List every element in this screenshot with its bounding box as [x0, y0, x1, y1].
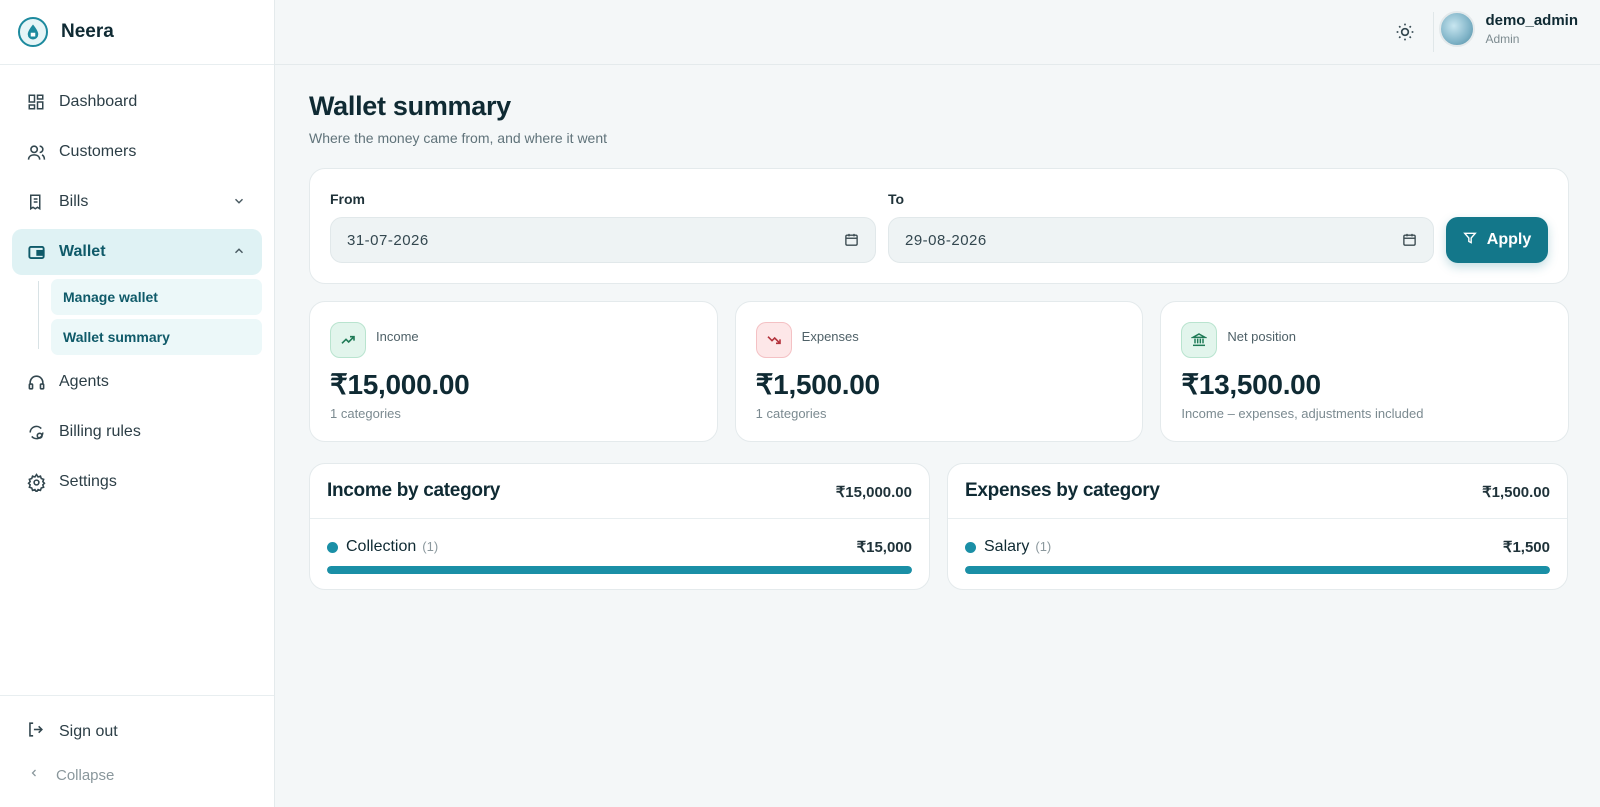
subnav-item-wallet-summary[interactable]: Wallet summary [51, 319, 262, 355]
category-progress-fill [965, 566, 1550, 574]
sidebar-footer: Sign out Collapse [0, 695, 274, 807]
category-progress-bar [965, 566, 1550, 574]
sidebar-item-label: Wallet [59, 243, 106, 260]
sidebar-item-customers[interactable]: Customers [12, 129, 262, 175]
trending-up-icon [330, 322, 366, 358]
stat-card-income: Income ₹15,000.00 1 categories [309, 301, 718, 442]
sidebar-item-bills[interactable]: Bills [12, 179, 262, 225]
divider [1433, 12, 1434, 52]
collapse-label: Collapse [56, 766, 115, 784]
user-name: demo_admin [1485, 12, 1578, 29]
calendar-icon[interactable] [844, 232, 859, 251]
filter-icon [1462, 231, 1477, 250]
from-date-input[interactable]: 31-07-2026 [330, 217, 876, 263]
stats-row: Income ₹15,000.00 1 categories Expenses … [309, 301, 1570, 442]
headset-icon [26, 372, 46, 392]
date-filter-card: From 31-07-2026 To 29-08-2026 Apply [309, 168, 1569, 284]
page-subtitle: Where the money came from, and where it … [309, 130, 608, 146]
from-date-value: 31-07-2026 [347, 231, 429, 249]
chevron-down-icon[interactable] [232, 194, 246, 213]
list-item: Salary (1) ₹1,500 [965, 537, 1550, 557]
water-drop-logo-icon [18, 17, 48, 47]
apply-button[interactable]: Apply [1446, 217, 1548, 263]
category-name: Salary [984, 538, 1030, 555]
from-label: From [330, 191, 365, 207]
stat-note: 1 categories [330, 406, 401, 421]
user-menu[interactable]: demo_admin Admin [1439, 11, 1578, 47]
dashboard-icon [26, 92, 46, 112]
sidebar-item-label: Customers [59, 143, 137, 160]
list-item: Collection (1) ₹15,000 [327, 537, 912, 557]
sidebar-item-label: Bills [59, 193, 89, 210]
card-title: Expenses by category [965, 480, 1160, 501]
wallet-icon [26, 242, 46, 262]
category-dot [965, 542, 976, 553]
sign-out-label: Sign out [59, 723, 118, 740]
stat-value: ₹15,000.00 [330, 369, 470, 400]
to-label: To [888, 191, 905, 207]
trending-down-icon [755, 322, 792, 358]
category-dot [327, 542, 338, 553]
subnav-item-manage-wallet[interactable]: Manage wallet [51, 279, 262, 315]
category-count: (1) [422, 539, 439, 554]
to-date-value: 29-08-2026 [905, 231, 987, 249]
brand[interactable]: Neera [0, 0, 274, 65]
chevron-up-icon[interactable] [232, 244, 246, 263]
bank-icon [1181, 322, 1218, 358]
category-count: (1) [1035, 539, 1052, 554]
main-content: Wallet summary Where the money came from… [309, 65, 1570, 590]
category-progress-fill [327, 566, 912, 574]
sidebar-item-label: Dashboard [59, 93, 138, 110]
sidebar-item-label: Agents [59, 373, 109, 390]
sidebar-item-agents[interactable]: Agents [12, 359, 262, 405]
collapse-button[interactable]: Collapse [28, 766, 114, 784]
gear-icon [26, 472, 46, 492]
rules-icon [26, 422, 46, 442]
receipt-icon [26, 192, 46, 212]
expenses-by-category-card: Expenses by category ₹1,500.00 Salary (1)… [947, 463, 1568, 590]
chevron-left-icon [28, 766, 40, 784]
theme-toggle-sun-icon[interactable] [1392, 19, 1418, 45]
card-title: Income by category [327, 480, 501, 501]
income-by-category-card: Income by category ₹15,000.00 Collection… [309, 463, 930, 590]
sign-out-icon [26, 720, 45, 744]
card-total: ₹1,500.00 [1482, 484, 1550, 501]
sidebar-item-dashboard[interactable]: Dashboard [12, 79, 262, 125]
stat-note: Income – expenses, adjustments included [1181, 406, 1424, 421]
avatar [1439, 11, 1476, 47]
stat-value: ₹1,500.00 [755, 369, 880, 400]
topbar: demo_admin Admin [275, 0, 1600, 65]
stat-label: Net position [1227, 329, 1296, 344]
page-title: Wallet summary [309, 91, 511, 121]
to-date-input[interactable]: 29-08-2026 [888, 217, 1434, 263]
stat-label: Income [376, 329, 419, 344]
stat-value: ₹13,500.00 [1181, 369, 1321, 400]
sidebar-item-settings[interactable]: Settings [12, 459, 262, 505]
brand-name: Neera [61, 21, 114, 42]
wallet-subnav: Manage wallet Wallet summary [38, 279, 262, 355]
sidebar-item-wallet[interactable]: Wallet [12, 229, 262, 275]
sidebar-item-billing-rules[interactable]: Billing rules [12, 409, 262, 455]
apply-label: Apply [1486, 231, 1532, 248]
sidebar-nav: Dashboard Customers Bills Wallet Manage … [0, 65, 274, 505]
sidebar: Neera Dashboard Customers Bills Wallet M… [0, 0, 275, 807]
stat-card-expenses: Expenses ₹1,500.00 1 categories [734, 301, 1144, 442]
sign-out-button[interactable]: Sign out [26, 720, 118, 744]
calendar-icon[interactable] [1402, 232, 1417, 251]
sidebar-item-label: Billing rules [59, 423, 141, 440]
category-amount: ₹15,000 [856, 539, 912, 556]
category-name: Collection [346, 538, 417, 555]
sidebar-item-label: Settings [59, 473, 117, 490]
category-progress-bar [327, 566, 912, 574]
stat-card-net-position: Net position ₹13,500.00 Income – expense… [1160, 301, 1570, 442]
stat-note: 1 categories [755, 406, 827, 421]
category-amount: ₹1,500 [1502, 539, 1550, 556]
card-total: ₹15,000.00 [835, 484, 912, 501]
category-row: Income by category ₹15,000.00 Collection… [309, 463, 1569, 590]
stat-label: Expenses [801, 329, 859, 344]
users-icon [26, 142, 46, 162]
user-role: Admin [1485, 32, 1520, 46]
